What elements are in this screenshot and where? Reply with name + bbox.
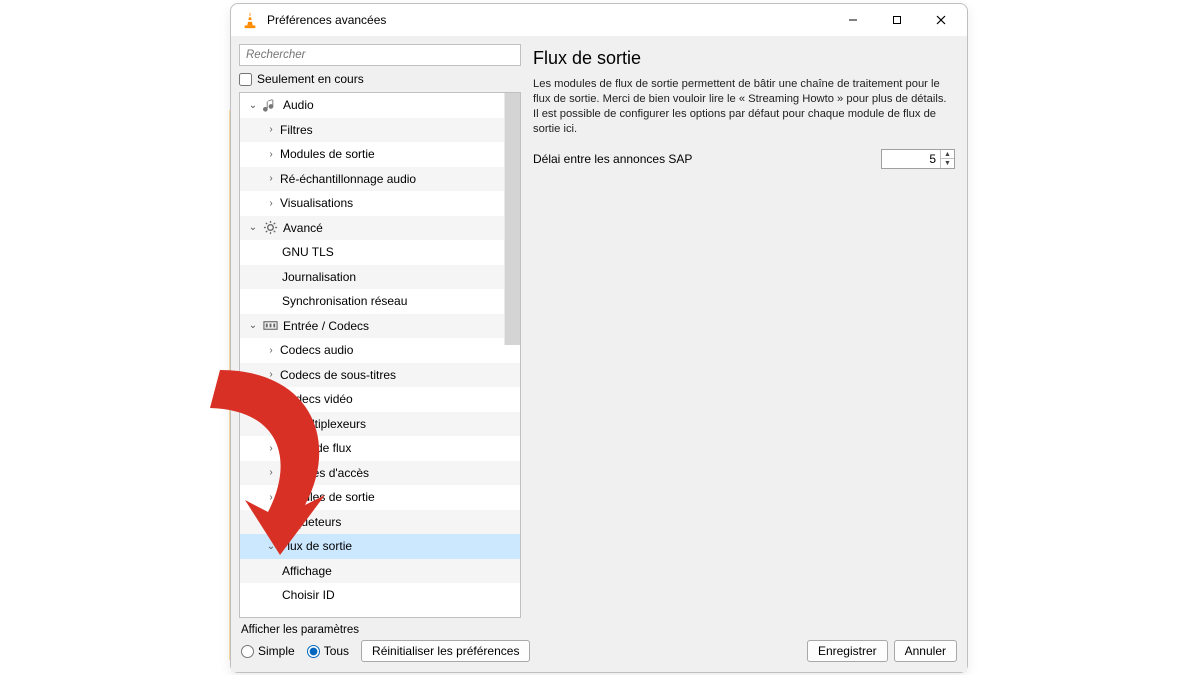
radio-all-input[interactable]	[307, 645, 320, 658]
chevron-down-icon: ⌄	[246, 222, 260, 233]
panel-description: Les modules de flux de sortie permettent…	[533, 77, 953, 137]
radio-simple[interactable]: Simple	[241, 644, 295, 658]
show-settings-label: Afficher les paramètres	[241, 624, 530, 636]
tree-item-sout-display[interactable]: Affichage	[240, 559, 520, 584]
chevron-right-icon: ›	[264, 418, 278, 429]
maximize-button[interactable]	[875, 5, 919, 35]
chevron-right-icon: ›	[264, 149, 278, 160]
tree-item-access-output[interactable]: ›Modules de sortie	[240, 485, 520, 510]
chevron-down-icon: ⌄	[246, 320, 260, 331]
sap-delay-input[interactable]	[882, 150, 940, 168]
only-running-label: Seulement en cours	[257, 72, 364, 86]
tree-item-video-codecs[interactable]: ›Codecs vidéo	[240, 387, 520, 412]
chevron-right-icon: ›	[264, 173, 278, 184]
spin-up-icon[interactable]: ▲	[941, 150, 954, 159]
cancel-button[interactable]: Annuler	[894, 640, 957, 662]
tree-item-demuxers[interactable]: ›Démultiplexeurs	[240, 412, 520, 437]
sap-delay-label: Délai entre les annonces SAP	[533, 152, 881, 166]
radio-simple-input[interactable]	[241, 645, 254, 658]
spin-down-icon[interactable]: ▼	[941, 159, 954, 168]
tree-item-netsync[interactable]: Synchronisation réseau	[240, 289, 520, 314]
radio-all[interactable]: Tous	[307, 644, 349, 658]
tree-item-stream-filters[interactable]: ›Filtres de flux	[240, 436, 520, 461]
minimize-button[interactable]	[831, 5, 875, 35]
chevron-right-icon: ›	[264, 369, 278, 380]
search-input[interactable]	[239, 44, 521, 66]
tree-item-audio-codecs[interactable]: ›Codecs audio	[240, 338, 520, 363]
chevron-right-icon: ›	[264, 443, 278, 454]
tree-item-audio[interactable]: ⌄Audio	[240, 93, 520, 118]
only-running-input[interactable]	[239, 73, 252, 86]
chevron-right-icon: ›	[264, 198, 278, 209]
tree-item-sout-setid[interactable]: Choisir ID	[240, 583, 520, 608]
chevron-down-icon: ⌄	[264, 541, 278, 552]
audio-icon	[262, 97, 278, 113]
tree-item-gnutls[interactable]: GNU TLS	[240, 240, 520, 265]
footer: Afficher les paramètres Simple Tous Réin…	[239, 618, 959, 664]
tree-item-audio-filters[interactable]: ›Filtres	[240, 118, 520, 143]
tree-scrollbar[interactable]	[504, 93, 520, 345]
tree-item-packetizers[interactable]: ›Paqueteurs	[240, 510, 520, 535]
settings-panel: Flux de sortie Les modules de flux de so…	[529, 44, 959, 618]
tree-item-audio-visual[interactable]: ›Visualisations	[240, 191, 520, 216]
chevron-right-icon: ›	[264, 516, 278, 527]
save-button[interactable]: Enregistrer	[807, 640, 888, 662]
tree-item-audio-resampling[interactable]: ›Ré-échantillonnage audio	[240, 167, 520, 192]
tree-item-input-codecs[interactable]: ⌄Entrée / Codecs	[240, 314, 520, 339]
tree-item-logging[interactable]: Journalisation	[240, 265, 520, 290]
close-button[interactable]	[919, 5, 963, 35]
codec-icon	[262, 318, 278, 334]
preferences-window: Préférences avancées Seulement en cours …	[230, 3, 968, 673]
sidebar: Seulement en cours ⌄Audio ›Filtres ›Modu…	[239, 44, 521, 618]
chevron-right-icon: ›	[264, 492, 278, 503]
reset-preferences-button[interactable]: Réinitialiser les préférences	[361, 640, 530, 662]
chevron-right-icon: ›	[264, 394, 278, 405]
chevron-right-icon: ›	[264, 124, 278, 135]
sap-delay-field: Délai entre les annonces SAP ▲ ▼	[533, 149, 955, 169]
tree-item-advanced[interactable]: ⌄Avancé	[240, 216, 520, 241]
panel-title: Flux de sortie	[533, 48, 955, 69]
window-title: Préférences avancées	[267, 13, 831, 27]
vlc-cone-icon	[241, 11, 259, 29]
tree-item-access-modules[interactable]: ›Modules d'accès	[240, 461, 520, 486]
tree-item-subtitle-codecs[interactable]: ›Codecs de sous-titres	[240, 363, 520, 388]
only-running-checkbox[interactable]: Seulement en cours	[239, 70, 521, 88]
chevron-down-icon: ⌄	[246, 100, 260, 111]
sap-delay-spinbox[interactable]: ▲ ▼	[881, 149, 955, 169]
tree-item-stream-output[interactable]: ⌄Flux de sortie	[240, 534, 520, 559]
chevron-right-icon: ›	[264, 467, 278, 478]
gear-icon	[262, 220, 278, 236]
titlebar: Préférences avancées	[231, 4, 967, 36]
tree-item-audio-output[interactable]: ›Modules de sortie	[240, 142, 520, 167]
settings-tree: ⌄Audio ›Filtres ›Modules de sortie ›Ré-é…	[239, 92, 521, 618]
chevron-right-icon: ›	[264, 345, 278, 356]
